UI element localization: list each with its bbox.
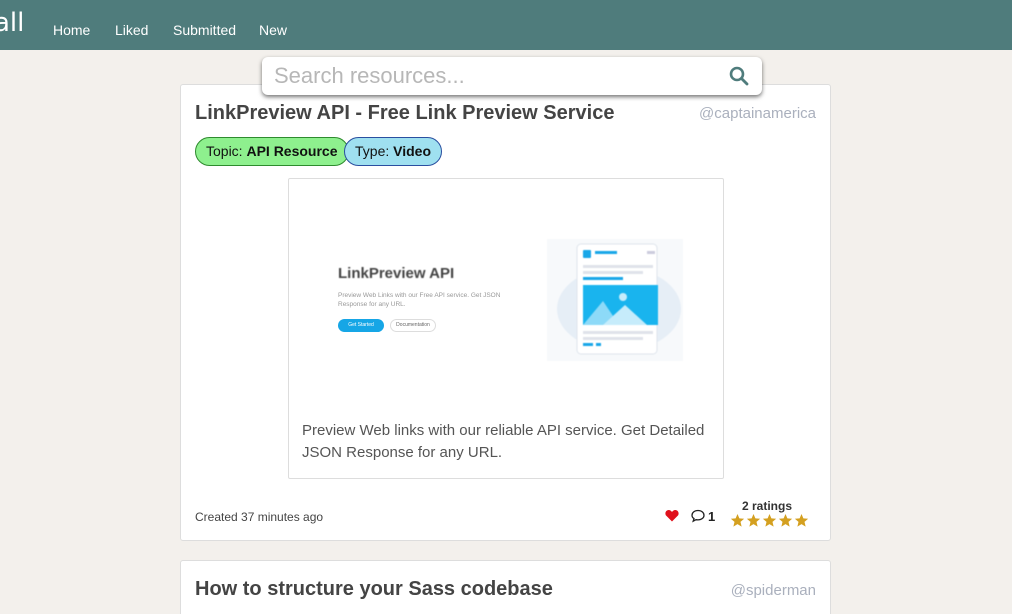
ratings-count: 2 ratings: [742, 499, 793, 513]
created-time: Created 37 minutes ago: [195, 510, 324, 524]
search-bar: [262, 57, 762, 95]
thumbnail-get-started-button: Get Started: [338, 319, 384, 332]
brand-logo[interactable]: all: [0, 8, 24, 38]
resource-card: LinkPreview API - Free Link Preview Serv…: [180, 84, 831, 541]
thumbnail-illustration: [547, 239, 683, 361]
topic-tag-value: API Resource: [246, 143, 338, 159]
star-rating[interactable]: [730, 513, 809, 529]
comment-count: 1: [708, 509, 716, 524]
star-icon[interactable]: [762, 513, 777, 528]
thumbnail-heading: LinkPreview API: [338, 265, 455, 282]
thumbnail-subtext: Preview Web Links with our Free API serv…: [338, 292, 501, 308]
topic-tag[interactable]: Topic: API Resource: [195, 137, 349, 166]
resource-author[interactable]: @spiderman: [731, 582, 816, 599]
resource-title[interactable]: How to structure your Sass codebase: [195, 578, 553, 601]
nav-home[interactable]: Home: [53, 22, 90, 38]
type-tag[interactable]: Type: Video: [344, 137, 443, 166]
star-icon[interactable]: [730, 513, 745, 528]
resource-author[interactable]: @captainamerica: [699, 105, 816, 122]
nav-submitted[interactable]: Submitted: [173, 22, 236, 38]
nav-liked[interactable]: Liked: [115, 22, 148, 38]
type-tag-value: Video: [393, 143, 432, 159]
preview-thumbnail: LinkPreview API Preview Web Links with o…: [289, 179, 723, 404]
resource-title[interactable]: LinkPreview API - Free Link Preview Serv…: [195, 102, 614, 125]
resource-card: How to structure your Sass codebase @spi…: [180, 560, 831, 614]
comment-icon[interactable]: [691, 509, 705, 523]
nav-new[interactable]: New: [259, 22, 287, 38]
search-input[interactable]: [274, 60, 714, 92]
thumbnail-documentation-button: Documentation: [390, 319, 436, 332]
type-tag-label: Type:: [355, 143, 390, 159]
star-icon[interactable]: [778, 513, 793, 528]
topic-tag-label: Topic:: [206, 143, 243, 159]
preview-description: Preview Web links with our reliable API …: [302, 422, 705, 461]
heart-icon[interactable]: [665, 509, 679, 522]
link-preview[interactable]: LinkPreview API Preview Web Links with o…: [288, 178, 724, 479]
navbar: all Home Liked Submitted New: [0, 0, 1012, 50]
star-icon[interactable]: [746, 513, 761, 528]
star-icon[interactable]: [794, 513, 809, 528]
search-icon[interactable]: [729, 66, 749, 86]
